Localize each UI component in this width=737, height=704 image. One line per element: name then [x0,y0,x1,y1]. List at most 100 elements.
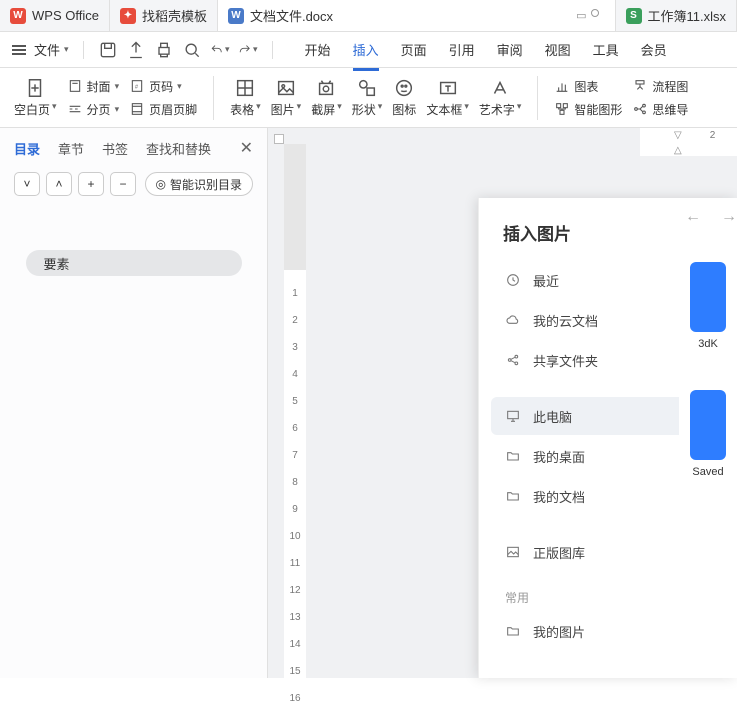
tab-sheet[interactable]: S 工作簿11.xlsx [616,0,737,31]
tab-template-label: 找稻壳模板 [142,6,207,25]
side-tab-toc[interactable]: 目录 [14,139,40,158]
vertical-ruler: 1 2 3 4 5 6 7 8 9 10 11 12 13 14 15 16 [284,144,306,686]
arrow-right-icon[interactable]: → [721,208,737,226]
recognize-toc-button[interactable]: ◎ 智能识别目录 [145,172,254,196]
ribbon-pagenum[interactable]: #页码▾ [125,76,201,97]
ruler-tick: 10 [289,531,300,542]
flowchart-icon [632,78,648,94]
ribbon-mindmap[interactable]: 思维导 [628,99,692,120]
ribbon-label: 空白页 [14,101,50,118]
tab-app[interactable]: W WPS Office [0,0,110,31]
ribbon-label: 分页 [87,101,111,118]
tab-app-label: WPS Office [32,8,99,23]
ribbon-label: 表格 [230,101,254,118]
ribbon-label: 文本框 [426,101,462,118]
print-icon[interactable] [154,40,174,60]
toc-item[interactable]: 要素 [26,250,242,276]
ribbon-header-footer[interactable]: 页眉页脚 [125,99,201,120]
dialog-item-label: 我的图片 [533,622,585,641]
ruler-tick: 1 [292,288,298,299]
ribbon-wordart[interactable]: 艺术字▾ [475,75,526,120]
tab-template[interactable]: ✦ 找稻壳模板 [110,0,218,31]
tab-doc[interactable]: W 文档文件.docx ▭ [218,0,616,31]
ribbon-flowchart[interactable]: 流程图 [628,76,692,97]
smartart-icon [554,101,570,117]
close-icon[interactable]: ✕ [240,138,253,158]
menu-tab-tools[interactable]: 工具 [593,34,619,65]
save-icon[interactable] [98,40,118,60]
menu-tab-label: 视图 [545,43,571,58]
menu-tab-reference[interactable]: 引用 [449,34,475,65]
ribbon-label: 图标 [392,101,416,118]
indent-marker-icon[interactable]: △ [674,145,682,156]
ribbon-break[interactable]: 分页▾ [63,99,124,120]
ribbon-shape[interactable]: 形状▾ [348,75,387,120]
ruler-tick: 8 [292,477,298,488]
chevron-down-icon: ▾ [64,44,69,55]
menu-tab-start[interactable]: 开始 [305,34,331,65]
window-mode-icon[interactable]: ▭ [576,9,586,22]
undo-icon[interactable]: ▾ [210,40,230,60]
side-tab-label: 目录 [14,142,40,157]
remove-button[interactable]: − [110,172,136,196]
menu-tab-insert[interactable]: 插入 [353,34,379,65]
ribbon-label: 页码 [149,78,173,95]
ribbon-blank-page[interactable]: 空白页▾ [10,75,61,120]
dialog-item-label: 我的桌面 [533,447,585,466]
side-tab-chapter[interactable]: 章节 [58,139,84,158]
side-tab-bookmark[interactable]: 书签 [102,139,128,158]
ribbon-label: 思维导 [652,101,688,118]
ruler-tick: 15 [289,666,300,677]
chevron-down-icon: ˅ [23,177,30,191]
ribbon-screenshot[interactable]: 截屏▾ [307,75,346,120]
separator [83,41,84,59]
ribbon-icon[interactable]: 图标 [388,75,420,120]
thumbnail[interactable] [690,262,726,332]
ruler-tick: 7 [292,450,298,461]
ribbon-chart[interactable]: 图表 [550,76,626,97]
picture-icon [275,77,297,99]
redo-icon[interactable]: ▾ [238,40,258,60]
separator [213,76,214,120]
menu-tab-review[interactable]: 审阅 [497,34,523,65]
indent-marker-icon[interactable]: ▽ [674,130,682,141]
ribbon-label: 页眉页脚 [149,101,197,118]
print-preview-icon[interactable] [182,40,202,60]
file-menu[interactable]: 文件 ▾ [34,40,69,59]
wps-logo-icon: W [10,8,26,24]
dialog-item-label: 我的云文档 [533,311,598,330]
separator [272,41,273,59]
export-icon[interactable] [126,40,146,60]
arrow-left-icon[interactable]: ← [685,208,701,226]
menubar: 文件 ▾ ▾ ▾ 开始 插入 页面 引用 审阅 视图 工具 会员 [0,32,737,68]
expand-button[interactable]: ˄ [46,172,72,196]
ruler-tick: 3 [292,342,298,353]
collapse-button[interactable]: ˅ [14,172,40,196]
ribbon-label: 形状 [352,101,376,118]
ribbon-cover[interactable]: 封面▾ [63,76,124,97]
ribbon-label: 流程图 [652,78,688,95]
cloud-icon [505,312,521,328]
ruler-tick: 5 [292,396,298,407]
ruler-tick: 11 [290,558,300,569]
wordart-icon [489,77,511,99]
thumbnail[interactable] [690,390,726,460]
add-button[interactable]: + [78,172,104,196]
separator [537,76,538,120]
ribbon-label: 艺术字 [479,101,515,118]
menu-tab-page[interactable]: 页面 [401,34,427,65]
ribbon-textbox[interactable]: 文本框▾ [422,75,473,120]
horizontal-ruler: ▽ 2 △ [640,128,737,156]
ribbon-smartart[interactable]: 智能图形 [550,99,626,120]
menu-tab-label: 开始 [305,43,331,58]
side-tab-findreplace[interactable]: 查找和替换 [146,139,211,158]
menu-tab-view[interactable]: 视图 [545,34,571,65]
menu-tab-label: 会员 [641,43,667,58]
ribbon-picture[interactable]: 图片▾ [267,75,306,120]
menu-tab-label: 引用 [449,43,475,58]
ribbon-label: 截屏 [311,101,335,118]
ribbon-table[interactable]: 表格▾ [226,75,265,120]
menu-tab-member[interactable]: 会员 [641,34,667,65]
svg-text:#: # [135,85,138,91]
hamburger-icon[interactable] [12,45,26,55]
